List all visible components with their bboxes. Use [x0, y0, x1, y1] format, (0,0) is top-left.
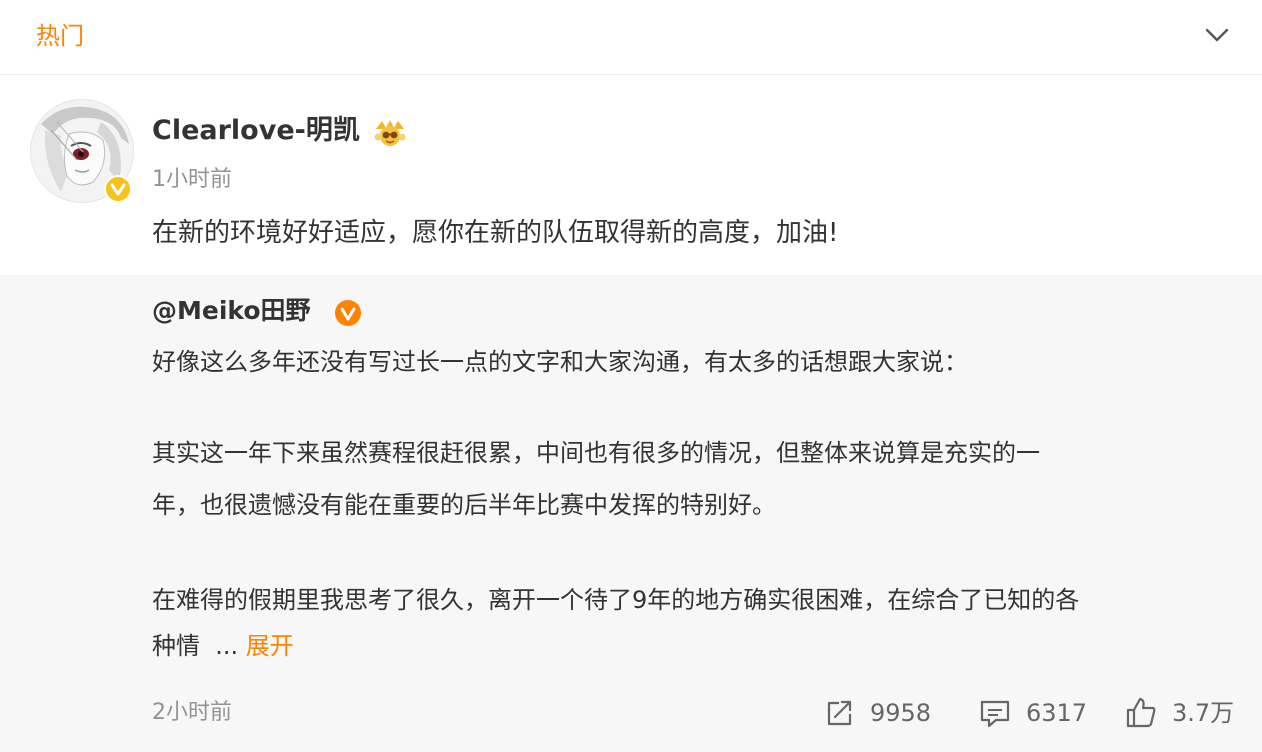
repost-text-last-line: 种情 ... 展开 — [152, 626, 294, 666]
post-text: 在新的环境好好适应，愿你在新的队伍取得新的高度，加油! — [152, 218, 839, 248]
comment-count: 6317 — [1026, 699, 1088, 727]
username[interactable]: Clearlove-明凯 — [152, 111, 360, 151]
repost-timestamp[interactable]: 2小时前 — [152, 695, 232, 731]
repost-text-line: 年，也很遗憾没有能在重要的后半年比赛中发挥的特别好。 — [152, 491, 776, 519]
vip-member-icon[interactable] — [372, 117, 408, 147]
reposted-content[interactable]: @Meiko田野 好像这么多年还没有写过长一点的文字和大家沟通，有太多的话想跟大… — [0, 275, 1262, 752]
expand-link[interactable]: 展开 — [246, 632, 294, 660]
share-icon — [827, 700, 852, 726]
thumbs-up-icon — [1126, 697, 1156, 728]
repost-text-line: 好像这么多年还没有写过长一点的文字和大家沟通，有太多的话想跟大家说： — [152, 348, 968, 376]
like-count: 3.7万 — [1172, 699, 1235, 727]
like-button[interactable]: 3.7万 — [1124, 695, 1234, 731]
feed-header: 热门 — [0, 0, 1262, 75]
share-count: 9958 — [870, 699, 932, 727]
verified-badge-icon — [104, 175, 132, 203]
repost-text-line: 其实这一年下来虽然赛程很赶很累，中间也有很多的情况，但整体来说算是充实的一 — [152, 439, 1040, 467]
verified-badge-icon — [335, 300, 361, 326]
comment-icon — [980, 700, 1010, 728]
tab-hot[interactable]: 热门 — [36, 18, 84, 54]
repost-text-line: 在难得的假期里我思考了很久，离开一个待了9年的地方确实很困难，在综合了已知的各 — [152, 586, 1080, 614]
avatar-wrap — [30, 99, 134, 203]
repost-author[interactable]: @Meiko田野 — [152, 291, 311, 331]
comment-button[interactable]: 6317 — [978, 695, 1087, 731]
post-timestamp[interactable]: 1小时前 — [152, 165, 232, 195]
chevron-down-icon[interactable] — [1202, 20, 1232, 50]
repost-text-fragment: 种情 — [152, 632, 200, 660]
weibo-post: Clearlove-明凯 1小时前 在新的环境好好适应，愿你在新的队伍取得新的高… — [0, 75, 1262, 275]
ellipsis: ... — [215, 632, 239, 660]
share-button[interactable]: 9958 — [822, 695, 931, 731]
